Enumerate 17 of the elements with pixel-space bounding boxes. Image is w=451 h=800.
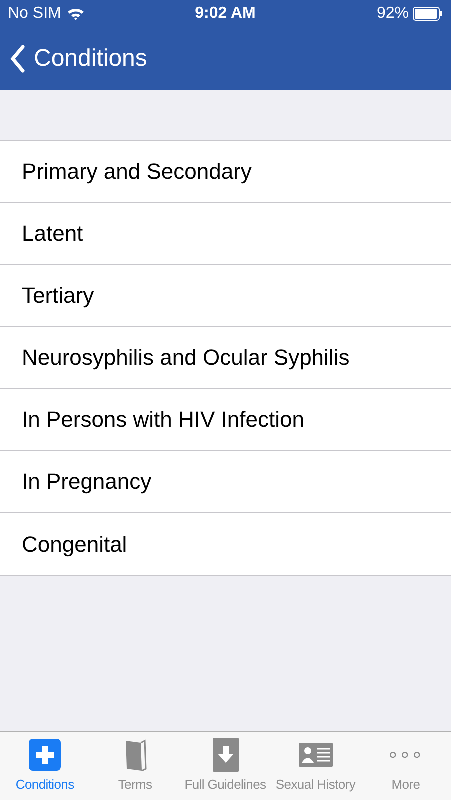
tab[interactable]: Conditions (0, 732, 90, 800)
back-chevron-icon (10, 45, 26, 73)
list-item[interactable]: Neurosyphilis and Ocular Syphilis (0, 327, 451, 389)
more-icon (390, 752, 422, 759)
list-item[interactable]: Latent (0, 203, 451, 265)
list-item[interactable]: In Pregnancy (0, 451, 451, 513)
plus-icon (27, 737, 64, 774)
list-item[interactable]: In Persons with HIV Infection (0, 389, 451, 451)
battery-percent: 92% (376, 4, 409, 24)
list-item[interactable]: Primary and Secondary (0, 141, 451, 203)
list-item[interactable]: Tertiary (0, 265, 451, 327)
wifi-icon (67, 7, 86, 21)
battery-icon (413, 7, 443, 21)
list-item[interactable]: Congenital (0, 513, 451, 575)
back-button[interactable]: Conditions (10, 41, 148, 77)
carrier-text: No SIM (8, 4, 62, 24)
clock-text: 9:02 AM (195, 4, 256, 24)
